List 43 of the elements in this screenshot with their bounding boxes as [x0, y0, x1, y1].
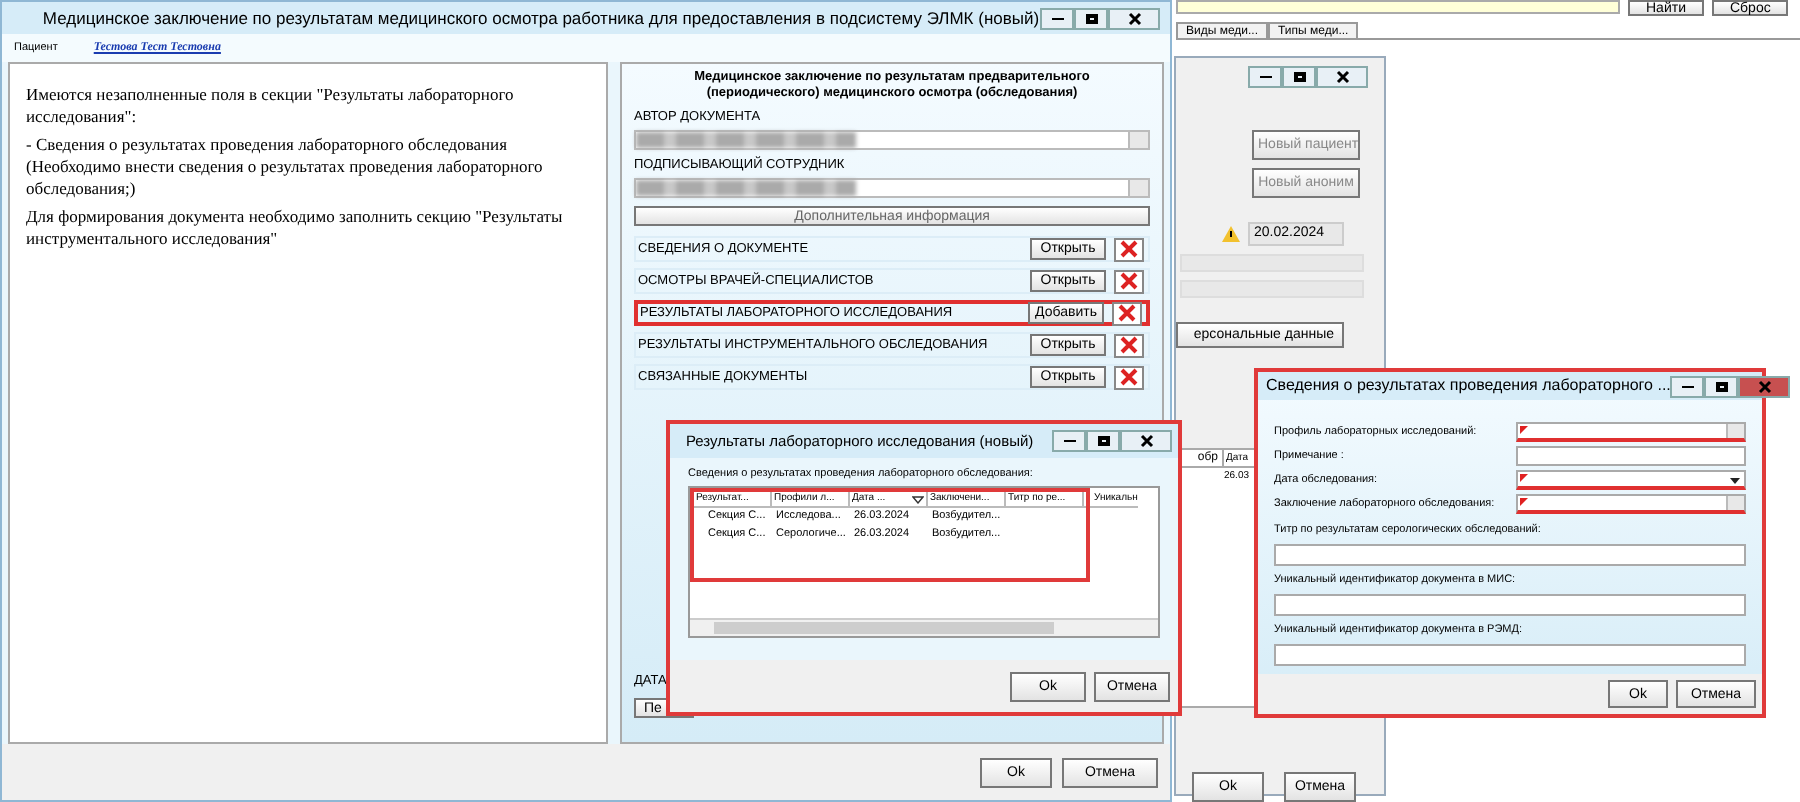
input-field[interactable]	[1274, 594, 1746, 616]
required-flag-icon	[1520, 498, 1528, 506]
close-icon	[1127, 11, 1141, 25]
dialog-title: Сведения о результатах проведения лабораторного ...	[1266, 374, 1671, 398]
required-flag-icon	[1520, 426, 1528, 434]
minimize-button[interactable]	[1040, 7, 1074, 29]
delete-icon[interactable]	[1112, 301, 1142, 325]
maximize-button[interactable]	[1704, 375, 1739, 397]
input-field[interactable]	[1274, 544, 1746, 566]
delete-icon[interactable]	[1114, 269, 1144, 293]
sort-icon	[912, 495, 924, 503]
window-title: Медицинское заключение по результатам медицинского осмотра работника для предоставления в подсистему ЭЛМК (новый)	[42, 5, 1040, 31]
close-button[interactable]	[1120, 430, 1172, 452]
minimize-button[interactable]	[1248, 66, 1282, 88]
close-icon	[1757, 379, 1772, 393]
minimize-button[interactable]	[1052, 430, 1086, 452]
maximize-button[interactable]	[1086, 430, 1120, 452]
message-text: Для формирования документа необходимо заполнить секцию "Результаты инструментального исследования"	[26, 206, 565, 250]
close-button[interactable]	[1316, 66, 1368, 88]
input-field[interactable]	[1274, 644, 1746, 666]
maximize-button[interactable]	[1074, 7, 1108, 29]
message-text: - Сведения о результатах проведения лабораторного обследования (Необходимо внести сведения о результатах проведения лабораторного обследования;)	[26, 134, 545, 200]
horizontal-scrollbar[interactable]	[690, 618, 1158, 636]
close-icon	[1139, 434, 1153, 448]
employee-field[interactable]	[634, 130, 1150, 150]
message-text: Имеются незаполненные поля в секции "Результаты лабораторного исследования":	[26, 84, 516, 128]
dropdown-arrow-icon[interactable]	[1730, 478, 1740, 484]
maximize-button[interactable]	[1282, 66, 1316, 88]
input-field[interactable]	[1516, 494, 1746, 514]
delete-icon[interactable]	[1114, 237, 1144, 261]
input-field[interactable]	[1516, 446, 1746, 466]
close-button[interactable]	[1738, 375, 1791, 397]
input-field[interactable]	[1516, 470, 1746, 490]
close-button[interactable]	[1108, 7, 1160, 29]
search-field[interactable]	[1176, 0, 1620, 14]
input-field[interactable]	[1516, 422, 1746, 442]
delete-icon[interactable]	[1114, 365, 1144, 389]
employee-field[interactable]	[634, 178, 1150, 198]
warning-icon	[1222, 226, 1240, 242]
minimize-button[interactable]	[1670, 375, 1705, 397]
close-icon	[1335, 70, 1349, 84]
delete-icon[interactable]	[1114, 333, 1144, 357]
required-flag-icon	[1520, 474, 1528, 482]
